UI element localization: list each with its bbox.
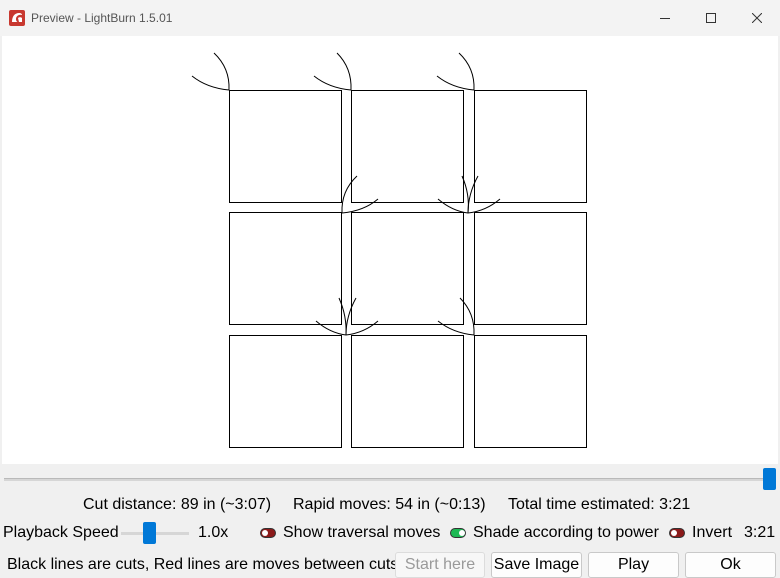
cut-rectangle bbox=[474, 335, 587, 448]
title-bar: Preview - LightBurn 1.5.01 bbox=[0, 0, 780, 36]
lead-in-arc bbox=[467, 198, 501, 214]
lead-in-arc bbox=[345, 320, 379, 336]
playback-controls: Playback Speed 1.0x Show traversal moves… bbox=[0, 522, 780, 544]
current-time-value: 3:21 bbox=[744, 524, 776, 541]
lead-in-arc bbox=[338, 297, 347, 336]
playback-speed-slider[interactable] bbox=[121, 522, 189, 544]
preview-canvas[interactable] bbox=[2, 36, 778, 464]
cut-rectangle bbox=[351, 90, 464, 203]
legend-text: Black lines are cuts, Red lines are move… bbox=[7, 556, 399, 573]
maximize-button[interactable] bbox=[688, 0, 734, 36]
lead-in-arc bbox=[313, 75, 352, 91]
show-traversal-toggle[interactable] bbox=[260, 528, 276, 538]
total-time-text: Total time estimated: 3:21 bbox=[508, 496, 691, 513]
lead-in-arc bbox=[213, 52, 230, 91]
cut-rectangle bbox=[474, 90, 587, 203]
cut-rectangle bbox=[474, 212, 587, 325]
cut-distance-text: Cut distance: 89 in (~3:07) bbox=[83, 496, 272, 513]
lead-in-arc bbox=[458, 52, 475, 91]
minimize-icon bbox=[660, 18, 670, 19]
lead-in-arc bbox=[437, 320, 475, 336]
timeline-thumb[interactable] bbox=[763, 468, 776, 490]
ok-button[interactable]: Ok bbox=[685, 552, 776, 578]
bottom-bar: Black lines are cuts, Red lines are move… bbox=[0, 550, 780, 578]
close-button[interactable] bbox=[734, 0, 780, 36]
invert-toggle[interactable] bbox=[669, 528, 685, 538]
shade-power-toggle[interactable] bbox=[450, 528, 466, 538]
timeline-scrubber[interactable] bbox=[0, 466, 780, 492]
play-button[interactable]: Play bbox=[588, 552, 679, 578]
cut-rectangle bbox=[229, 335, 342, 448]
cut-rectangle bbox=[229, 90, 342, 203]
lead-in-arc bbox=[459, 297, 475, 336]
playback-speed-value: 1.0x bbox=[198, 524, 229, 541]
toggle-knob bbox=[459, 530, 465, 536]
cut-rectangle bbox=[229, 212, 342, 325]
lead-in-arc bbox=[461, 175, 469, 214]
show-traversal-label: Show traversal moves bbox=[283, 524, 441, 541]
lead-in-arc bbox=[467, 175, 479, 214]
lead-in-arc bbox=[341, 198, 379, 214]
start-here-button[interactable]: Start here bbox=[395, 552, 485, 578]
playback-speed-thumb[interactable] bbox=[143, 522, 156, 544]
lead-in-arc bbox=[191, 75, 230, 91]
rapid-moves-text: Rapid moves: 54 in (~0:13) bbox=[293, 496, 486, 513]
job-stats: Cut distance: 89 in (~3:07) Rapid moves:… bbox=[0, 496, 780, 516]
close-icon bbox=[752, 13, 762, 23]
lead-in-arc bbox=[436, 75, 475, 91]
maximize-icon bbox=[706, 13, 716, 23]
preview-drawing bbox=[191, 52, 587, 448]
lead-in-arc bbox=[336, 52, 352, 91]
lightburn-logo-icon bbox=[9, 10, 25, 26]
toggle-knob bbox=[671, 530, 677, 536]
window-title: Preview - LightBurn 1.5.01 bbox=[31, 11, 173, 25]
shade-power-label: Shade according to power bbox=[473, 524, 659, 541]
timeline-track[interactable] bbox=[4, 478, 776, 481]
cut-rectangle bbox=[351, 335, 464, 448]
invert-label: Invert bbox=[692, 524, 733, 541]
save-image-button[interactable]: Save Image bbox=[491, 552, 582, 578]
toggle-knob bbox=[262, 530, 268, 536]
lead-in-arc bbox=[341, 175, 358, 214]
playback-speed-label: Playback Speed bbox=[3, 524, 119, 541]
minimize-button[interactable] bbox=[642, 0, 688, 36]
cut-rectangle bbox=[351, 212, 464, 325]
